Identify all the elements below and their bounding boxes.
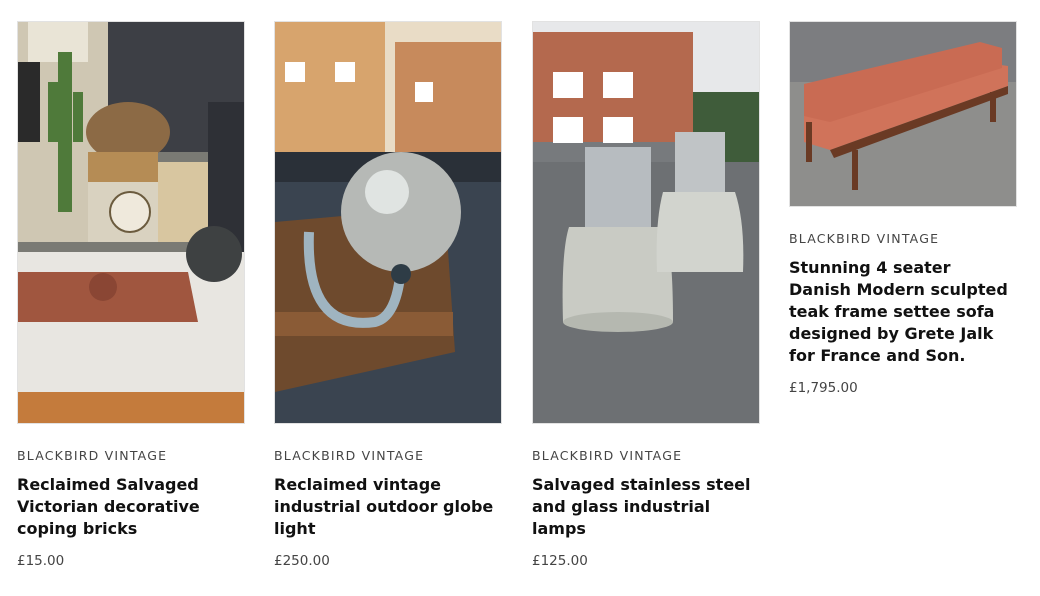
product-link[interactable]: BLACKBIRD VINTAGE Stunning 4 seater Dani… xyxy=(789,21,1017,396)
product-card[interactable]: BLACKBIRD VINTAGE Reclaimed Salvaged Vic… xyxy=(17,21,245,569)
product-vendor: BLACKBIRD VINTAGE xyxy=(532,448,683,463)
product-price: £15.00 xyxy=(17,553,65,569)
product-card[interactable]: BLACKBIRD VINTAGE Reclaimed vintage indu… xyxy=(274,21,502,569)
product-link[interactable]: BLACKBIRD VINTAGE Reclaimed vintage indu… xyxy=(274,21,502,569)
product-price: £250.00 xyxy=(274,553,330,569)
product-image[interactable] xyxy=(17,21,245,424)
product-price: £125.00 xyxy=(532,553,588,569)
product-title[interactable]: Reclaimed vintage industrial outdoor glo… xyxy=(274,474,502,540)
product-title[interactable]: Reclaimed Salvaged Victorian decorative … xyxy=(17,474,245,540)
product-vendor: BLACKBIRD VINTAGE xyxy=(17,448,168,463)
product-title[interactable]: Salvaged stainless steel and glass indus… xyxy=(532,474,760,540)
product-price: £1,795.00 xyxy=(789,380,858,396)
product-link[interactable]: BLACKBIRD VINTAGE Reclaimed Salvaged Vic… xyxy=(17,21,245,569)
product-card[interactable]: BLACKBIRD VINTAGE Salvaged stainless ste… xyxy=(532,21,760,569)
product-image[interactable] xyxy=(274,21,502,424)
product-image[interactable] xyxy=(789,21,1017,207)
product-card[interactable]: BLACKBIRD VINTAGE Stunning 4 seater Dani… xyxy=(789,21,1017,396)
product-title[interactable]: Stunning 4 seater Danish Modern sculpted… xyxy=(789,257,1017,367)
product-vendor: BLACKBIRD VINTAGE xyxy=(274,448,425,463)
product-link[interactable]: BLACKBIRD VINTAGE Salvaged stainless ste… xyxy=(532,21,760,569)
product-image[interactable] xyxy=(532,21,760,424)
product-vendor: BLACKBIRD VINTAGE xyxy=(789,231,940,246)
